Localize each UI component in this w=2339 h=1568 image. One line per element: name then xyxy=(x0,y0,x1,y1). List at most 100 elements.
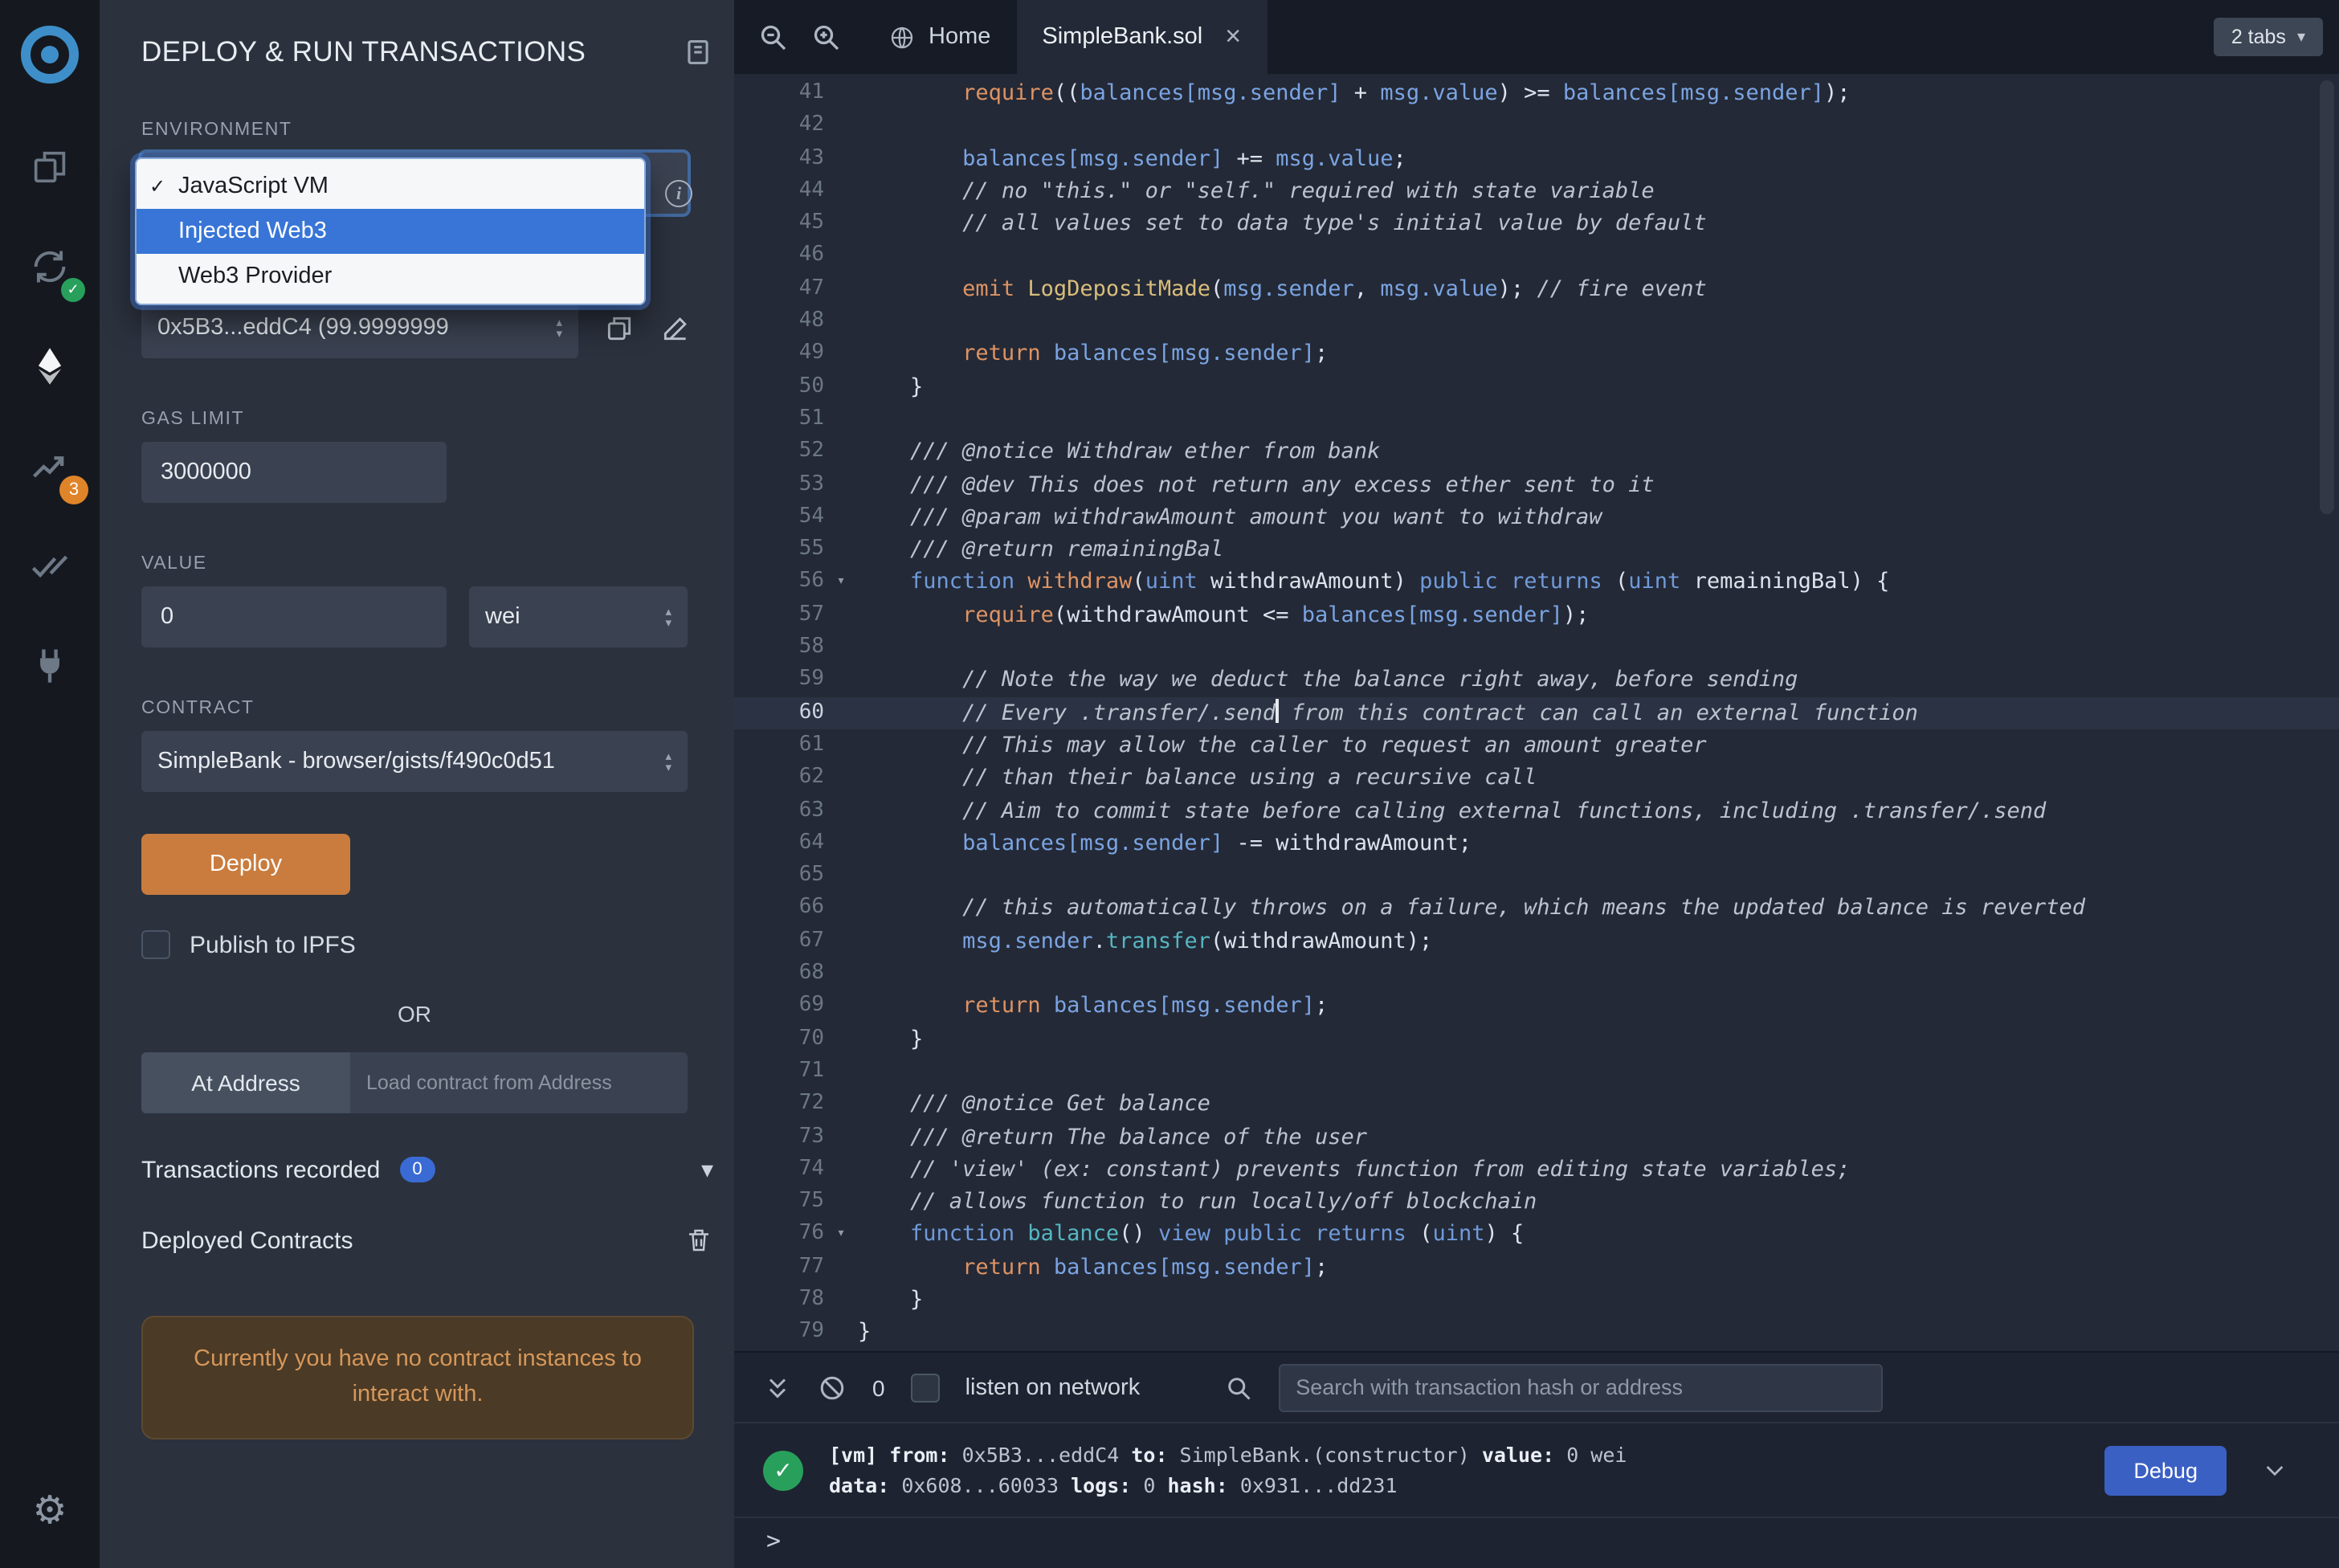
line-number: 73 xyxy=(734,1121,824,1154)
info-icon[interactable]: i xyxy=(665,180,692,207)
fold-gutter xyxy=(824,1251,858,1284)
value-input[interactable] xyxy=(141,586,447,647)
tab-file-label: SimpleBank.sol xyxy=(1042,24,1202,50)
search-icon xyxy=(1223,1373,1252,1402)
line-number: 79 xyxy=(734,1317,824,1350)
fold-gutter xyxy=(824,338,858,371)
code-line[interactable]: 70 } xyxy=(734,1023,2339,1056)
deploy-button[interactable]: Deploy xyxy=(141,834,350,895)
environment-option[interactable]: ✓JavaScript VM xyxy=(137,164,644,209)
terminal-search-input[interactable] xyxy=(1278,1363,1882,1411)
line-number: 44 xyxy=(734,175,824,208)
code-line[interactable]: 54 /// @param withdrawAmount amount you … xyxy=(734,501,2339,534)
settings-gear-icon[interactable]: ⚙ xyxy=(16,1475,84,1546)
code-line[interactable]: 49 return balances[msg.sender]; xyxy=(734,338,2339,371)
code-line[interactable]: 47 emit LogDepositMade(msg.sender, msg.v… xyxy=(734,273,2339,306)
code-line[interactable]: 45 // all values set to data type's init… xyxy=(734,207,2339,240)
code-line[interactable]: 46 xyxy=(734,240,2339,273)
at-address-row: At Address xyxy=(141,1052,734,1113)
chevron-down-icon[interactable]: ▾ xyxy=(701,1155,713,1184)
code-line[interactable]: 62 // than their balance using a recursi… xyxy=(734,762,2339,794)
code-line[interactable]: 77 return balances[msg.sender]; xyxy=(734,1251,2339,1284)
code-line[interactable]: 50 } xyxy=(734,370,2339,403)
close-tab-icon[interactable]: × xyxy=(1225,21,1241,53)
transaction-log-row[interactable]: ✓ [vm] from: 0x5B3...eddC4 to: SimpleBan… xyxy=(734,1423,2339,1518)
trash-icon[interactable] xyxy=(684,1226,713,1255)
line-number: 49 xyxy=(734,338,824,371)
code-line[interactable]: 60 // Every .transfer/.send from this co… xyxy=(734,696,2339,729)
code-line[interactable]: 53 /// @dev This does not return any exc… xyxy=(734,468,2339,501)
double-check-icon[interactable] xyxy=(16,530,84,601)
code-line[interactable]: 69 return balances[msg.sender]; xyxy=(734,990,2339,1023)
code-line[interactable]: 61 // This may allow the caller to reque… xyxy=(734,729,2339,762)
environment-option[interactable]: Injected Web3 xyxy=(137,209,644,254)
gas-limit-input[interactable] xyxy=(141,442,447,503)
code-line[interactable]: 55 /// @return remainingBal xyxy=(734,533,2339,566)
code-line[interactable]: 58 xyxy=(734,631,2339,664)
clear-console-icon[interactable] xyxy=(818,1373,847,1402)
code-line[interactable]: 68 xyxy=(734,958,2339,990)
contract-select[interactable]: SimpleBank - browser/gists/f490c0d51 ▴▾ xyxy=(141,731,688,792)
listen-network-checkbox[interactable] xyxy=(911,1373,940,1402)
code-line[interactable]: 74 // 'view' (ex: constant) prevents fun… xyxy=(734,1154,2339,1186)
code-line[interactable]: 52 /// @notice Withdraw ether from bank xyxy=(734,436,2339,469)
compiler-icon[interactable]: ✓ xyxy=(16,231,84,302)
line-number: 74 xyxy=(734,1154,824,1186)
code-line[interactable]: 63 // Aim to commit state before calling… xyxy=(734,794,2339,827)
fold-icon[interactable]: ▾ xyxy=(824,1219,858,1252)
value-unit-select[interactable]: wei ▴▾ xyxy=(469,586,688,647)
account-select[interactable]: 0x5B3...eddC4 (99.9999999 ▴▾ xyxy=(141,297,578,358)
publish-checkbox[interactable] xyxy=(141,930,170,959)
code-editor[interactable]: 41 require((balances[msg.sender] + msg.v… xyxy=(734,74,2339,1351)
code-line[interactable]: 57 require(withdrawAmount <= balances[ms… xyxy=(734,599,2339,632)
tabs-count-button[interactable]: 2 tabs ▾ xyxy=(2214,18,2323,56)
expand-log-icon[interactable] xyxy=(2262,1457,2288,1483)
transactions-recorded-row[interactable]: Transactions recorded 0 ▾ xyxy=(141,1155,713,1184)
copy-icon[interactable] xyxy=(604,312,635,343)
at-address-button[interactable]: At Address xyxy=(141,1052,350,1113)
code-line[interactable]: 79} xyxy=(734,1317,2339,1350)
account-row: 0x5B3...eddC4 (99.9999999 ▴▾ xyxy=(141,297,734,358)
terminal-prompt[interactable]: > xyxy=(734,1518,2339,1568)
code-line[interactable]: 76▾ function balance() view public retur… xyxy=(734,1219,2339,1252)
environment-option[interactable]: Web3 Provider xyxy=(137,254,644,299)
code-line[interactable]: 56▾ function withdraw(uint withdrawAmoun… xyxy=(734,566,2339,599)
chart-icon[interactable]: 3 xyxy=(16,431,84,501)
line-number: 65 xyxy=(734,860,824,892)
code-line[interactable]: 72 /// @notice Get balance xyxy=(734,1088,2339,1121)
code-line[interactable]: 44 // no "this." or "self." required wit… xyxy=(734,175,2339,208)
code-line[interactable]: 51 xyxy=(734,403,2339,436)
at-address-input[interactable] xyxy=(350,1052,688,1113)
code-line[interactable]: 75 // allows function to run locally/off… xyxy=(734,1186,2339,1219)
code-line[interactable]: 59 // Note the way we deduct the balance… xyxy=(734,664,2339,697)
fold-gutter xyxy=(824,958,858,990)
editor-scrollbar[interactable] xyxy=(2320,80,2334,514)
code-line[interactable]: 67 msg.sender.transfer(withdrawAmount); xyxy=(734,925,2339,958)
code-line[interactable]: 48 xyxy=(734,305,2339,338)
code-line[interactable]: 43 balances[msg.sender] += msg.value; xyxy=(734,142,2339,175)
code-line[interactable]: 66 // this automatically throws on a fai… xyxy=(734,892,2339,925)
tab-home[interactable]: Home xyxy=(863,0,1016,74)
code-line[interactable]: 64 balances[msg.sender] -= withdrawAmoun… xyxy=(734,827,2339,860)
code-line[interactable]: 73 /// @return The balance of the user xyxy=(734,1121,2339,1154)
contract-label: CONTRACT xyxy=(141,699,734,718)
zoom-in-icon[interactable] xyxy=(810,21,842,53)
debug-button[interactable]: Debug xyxy=(2104,1445,2227,1495)
no-instances-notice: Currently you have no contract instances… xyxy=(141,1316,694,1439)
code-line[interactable]: 65 xyxy=(734,860,2339,892)
panel-menu-icon[interactable] xyxy=(683,37,713,67)
file-explorer-icon[interactable] xyxy=(16,132,84,202)
listen-network-label: listen on network xyxy=(965,1374,1141,1400)
publish-ipfs-row[interactable]: Publish to IPFS xyxy=(141,930,734,959)
zoom-out-icon[interactable] xyxy=(757,21,789,53)
edit-icon[interactable] xyxy=(660,312,691,343)
plug-icon[interactable] xyxy=(16,630,84,700)
deploy-run-icon[interactable] xyxy=(16,331,84,402)
expand-terminal-icon[interactable] xyxy=(763,1373,792,1402)
code-line[interactable]: 78 } xyxy=(734,1284,2339,1317)
code-line[interactable]: 42 xyxy=(734,110,2339,143)
code-line[interactable]: 71 xyxy=(734,1056,2339,1088)
fold-icon[interactable]: ▾ xyxy=(824,566,858,599)
tab-simplebank[interactable]: SimpleBank.sol × xyxy=(1016,0,1267,74)
code-line[interactable]: 41 require((balances[msg.sender] + msg.v… xyxy=(734,77,2339,110)
